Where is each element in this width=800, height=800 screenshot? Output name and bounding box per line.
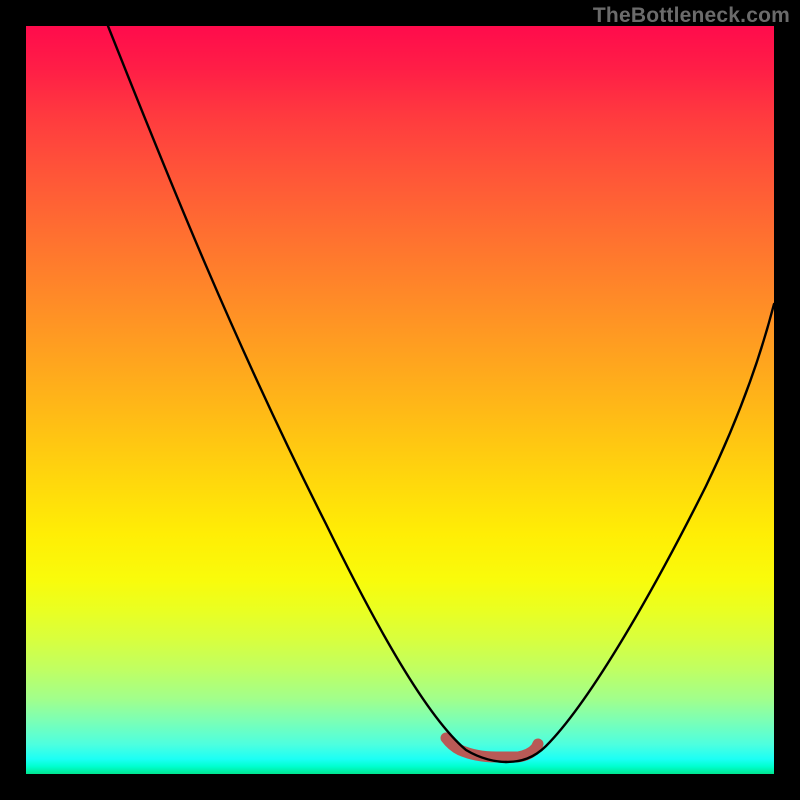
- watermark-text: TheBottleneck.com: [593, 4, 790, 28]
- bottom-highlight: [446, 738, 538, 757]
- curve-right: [506, 304, 774, 762]
- chart-svg: [26, 26, 774, 774]
- chart-plot-area: [26, 26, 774, 774]
- chart-frame: TheBottleneck.com: [0, 0, 800, 800]
- curve-left: [108, 26, 506, 762]
